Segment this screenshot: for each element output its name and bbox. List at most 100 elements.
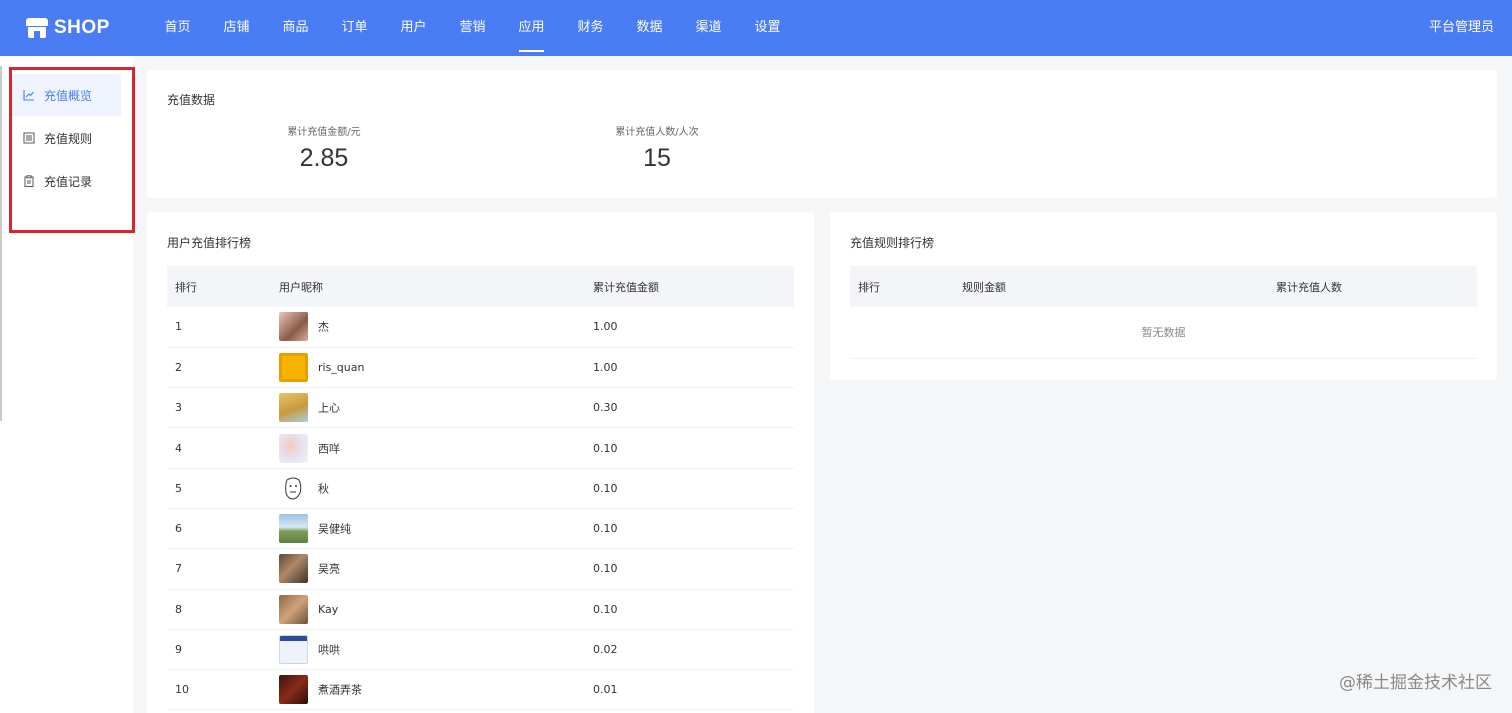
user-nickname: 煮酒弄茶	[318, 683, 362, 697]
column-header-rank: 排行	[858, 280, 880, 294]
user-nickname: 西咩	[318, 442, 340, 456]
chart-line-icon	[22, 88, 36, 102]
rank-cell: 1	[167, 307, 271, 348]
amount-cell: 1.00	[585, 347, 794, 389]
window-edge	[0, 66, 2, 421]
table-row: 1 杰 1.00	[167, 307, 794, 348]
nav-item-channels[interactable]: 渠道	[679, 0, 738, 56]
shop-icon	[26, 18, 48, 38]
avatar-yellow-icon	[279, 352, 308, 382]
amount-cell: 0.30	[585, 387, 794, 429]
amount-cell: 0.10	[585, 589, 794, 630]
amount-cell: 1.00	[585, 307, 794, 348]
rank-cell: 6	[167, 508, 271, 550]
table-row: 2 ris_quan 1.00	[167, 347, 794, 389]
sidebar-item-recharge-overview[interactable]: 充值概览	[12, 74, 121, 116]
nav-item-finance[interactable]: 财务	[561, 0, 620, 56]
rank-cell: 7	[167, 548, 271, 590]
avatar-dark-icon	[279, 675, 308, 705]
avatar-pastel-icon	[279, 433, 308, 463]
user-cell: 吴亮	[271, 548, 585, 590]
avatar-face-sketch-icon	[279, 474, 308, 503]
user-ranking-card: 用户充值排行榜 排行 用户昵称 累计充值金额 1 杰 1.00 2 ris_qu…	[147, 212, 814, 713]
nav-item-orders[interactable]: 订单	[325, 0, 384, 56]
avatar-photo-icon	[279, 594, 308, 624]
stat-label: 累计充值金额/元	[287, 127, 361, 138]
user-nickname: 哄哄	[318, 643, 340, 657]
sidebar: 充值概览 充值规则 充值记录	[0, 56, 133, 713]
sidebar-item-label: 充值记录	[44, 174, 93, 189]
user-cell: 煮酒弄茶	[271, 669, 585, 711]
sidebar-item-recharge-rules[interactable]: 充值规则	[12, 117, 121, 159]
nav-item-data[interactable]: 数据	[620, 0, 679, 56]
logo-text: SHOP	[54, 17, 110, 38]
nav-item-users[interactable]: 用户	[384, 0, 443, 56]
table-row: 6 吴健纯 0.10	[167, 508, 794, 550]
rule-ranking-table: 排行 规则金额 累计充值人数	[850, 266, 1477, 307]
column-header-user-count: 累计充值人数	[1276, 280, 1342, 294]
user-ranking-table: 排行 用户昵称 累计充值金额 1 杰 1.00 2 ris_quan 1.00 …	[167, 266, 794, 711]
nav-item-store[interactable]: 店铺	[207, 0, 266, 56]
rank-cell: 8	[167, 589, 271, 630]
main-nav: 首页 店铺 商品 订单 用户 营销 应用 财务 数据 渠道 设置	[148, 0, 797, 56]
rank-cell: 3	[167, 387, 271, 429]
stat-value: 2.85	[299, 144, 349, 172]
stat-label: 累计充值人数/人次	[615, 127, 699, 138]
user-cell: Kay	[271, 589, 585, 630]
rank-cell: 9	[167, 629, 271, 671]
top-navigation-bar: SHOP 首页 店铺 商品 订单 用户 营销 应用 财务 数据 渠道 设置 平台…	[0, 0, 1512, 56]
table-row: 8 Kay 0.10	[167, 589, 794, 630]
clipboard-icon	[22, 174, 36, 188]
user-cell: 西咩	[271, 427, 585, 469]
card-title: 充值规则排行榜	[850, 236, 935, 250]
rank-cell: 2	[167, 347, 271, 389]
stat-total-users: 累计充值人数/人次 15	[592, 123, 722, 173]
sidebar-item-label: 充值概览	[44, 88, 93, 103]
table-row: 4 西咩 0.10	[167, 427, 794, 469]
user-cell: 吴健纯	[271, 508, 585, 550]
user-cell: 杰	[271, 307, 585, 348]
card-title: 充值数据	[167, 93, 216, 107]
empty-state: 暂无数据	[850, 307, 1477, 359]
user-cell: 上心	[271, 387, 585, 429]
amount-cell: 0.01	[585, 669, 794, 711]
sidebar-item-recharge-records[interactable]: 充值记录	[12, 160, 121, 202]
column-header-amount: 累计充值金额	[593, 280, 659, 294]
amount-cell: 0.10	[585, 508, 794, 550]
user-nickname: 吴健纯	[318, 522, 351, 536]
user-cell: ris_quan	[271, 347, 585, 389]
avatar-photo-icon	[279, 312, 308, 342]
list-doc-icon	[22, 131, 36, 145]
user-menu[interactable]: 平台管理员	[1429, 0, 1494, 56]
user-nickname: 吴亮	[318, 562, 340, 576]
recharge-summary-card: 充值数据 累计充值金额/元 2.85 累计充值人数/人次 15	[147, 70, 1497, 198]
nav-item-home[interactable]: 首页	[148, 0, 207, 56]
user-nickname: 秋	[318, 482, 329, 496]
stat-value: 15	[643, 144, 671, 172]
nav-item-settings[interactable]: 设置	[738, 0, 797, 56]
amount-cell: 0.10	[585, 548, 794, 590]
sidebar-item-label: 充值规则	[44, 131, 93, 146]
user-cell: 秋	[271, 468, 585, 509]
column-header-rule-amount: 规则金额	[962, 280, 1006, 294]
rule-ranking-card: 充值规则排行榜 排行 规则金额 累计充值人数 暂无数据	[830, 212, 1497, 380]
avatar-landscape-icon	[279, 514, 308, 544]
avatar-photo-icon	[279, 393, 308, 423]
rank-cell: 5	[167, 468, 271, 509]
amount-cell: 0.10	[585, 427, 794, 469]
user-nickname: 上心	[318, 401, 340, 415]
amount-cell: 0.02	[585, 629, 794, 671]
avatar-photo-icon	[279, 554, 308, 584]
user-nickname: Kay	[318, 602, 339, 616]
table-row: 3 上心 0.30	[167, 387, 794, 429]
logo[interactable]: SHOP	[26, 17, 148, 39]
user-nickname: ris_quan	[318, 360, 365, 374]
nav-item-apps[interactable]: 应用	[502, 0, 561, 56]
column-header-rank: 排行	[175, 280, 197, 294]
table-header-row: 排行 规则金额 累计充值人数	[850, 266, 1477, 307]
column-header-nickname: 用户昵称	[279, 280, 323, 294]
table-row: 10 煮酒弄茶 0.01	[167, 669, 794, 711]
nav-item-marketing[interactable]: 营销	[443, 0, 502, 56]
avatar-screenshot-icon	[279, 635, 308, 665]
nav-item-goods[interactable]: 商品	[266, 0, 325, 56]
